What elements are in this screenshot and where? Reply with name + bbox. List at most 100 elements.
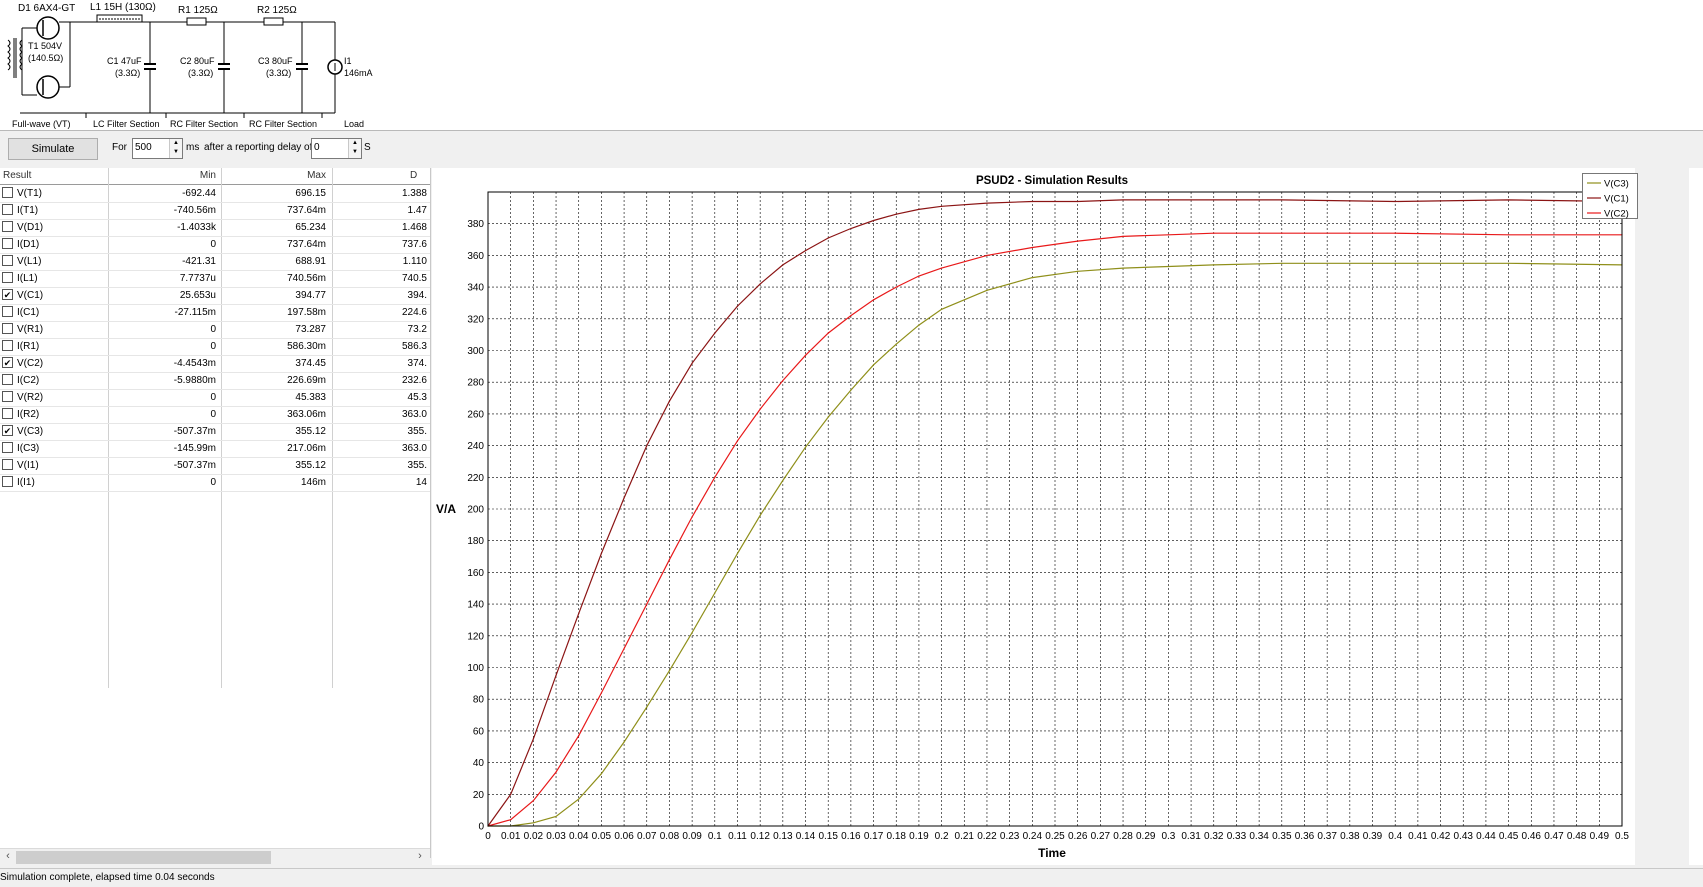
data-point	[1077, 270, 1079, 272]
x-tick-label: 0.02	[524, 831, 544, 842]
row-checkbox[interactable]	[2, 459, 13, 470]
c2-label: C2 80uF	[180, 56, 215, 66]
cell-result: I(R1)	[17, 341, 40, 352]
cell-max: 394.77	[295, 290, 326, 301]
header-max[interactable]: Max	[222, 170, 326, 181]
cell-result: V(C3)	[17, 426, 44, 437]
row-checkbox[interactable]	[2, 221, 13, 232]
x-tick-label: 0.42	[1431, 831, 1451, 842]
delay-input[interactable]	[312, 139, 346, 156]
c1-label: C1 47uF	[107, 56, 142, 66]
delay-spin[interactable]: ▲ ▼	[348, 139, 361, 158]
status-text: Simulation complete, elapsed time 0.04 s…	[0, 872, 215, 883]
chart-title: PSUD2 - Simulation Results	[976, 175, 1128, 187]
table-row[interactable]: I(T1) -740.56m 737.64m 1.47	[0, 202, 430, 220]
row-checkbox[interactable]	[2, 408, 13, 419]
cell-d: 224.6	[401, 307, 427, 318]
row-checkbox[interactable]: ✔	[2, 289, 13, 300]
row-checkbox[interactable]	[2, 238, 13, 249]
table-row[interactable]: ✔ V(C3) -507.37m 355.12 355.	[0, 423, 430, 441]
data-point	[646, 445, 648, 447]
header-result[interactable]: Result	[3, 170, 31, 181]
table-row[interactable]: I(L1) 7.7737u 740.56m 740.5	[0, 270, 430, 288]
row-checkbox[interactable]	[2, 391, 13, 402]
data-point	[1077, 240, 1079, 242]
cell-max: 355.12	[295, 460, 326, 471]
table-row[interactable]: I(R1) 0 586.30m 586.3	[0, 338, 430, 356]
row-checkbox[interactable]	[2, 272, 13, 283]
table-row[interactable]: V(L1) -421.31 688.91 1.110	[0, 253, 430, 271]
row-checkbox[interactable]	[2, 306, 13, 317]
row-checkbox[interactable]	[2, 374, 13, 385]
cell-result: V(I1)	[17, 460, 39, 471]
data-point	[714, 476, 716, 478]
transformer-resistance: (140.5Ω)	[28, 53, 63, 63]
table-row[interactable]: I(C1) -27.115m 197.58m 224.6	[0, 304, 430, 322]
row-checkbox[interactable]	[2, 204, 13, 215]
cell-min: -692.44	[182, 188, 216, 199]
header-min[interactable]: Min	[110, 170, 216, 181]
data-point	[646, 706, 648, 708]
table-row[interactable]: I(C3) -145.99m 217.06m 363.0	[0, 440, 430, 458]
table-row[interactable]: ✔ V(C1) 25.653u 394.77 394.	[0, 287, 430, 305]
scroll-left-icon[interactable]: ‹	[0, 850, 16, 865]
table-row[interactable]: V(T1) -692.44 696.15 1.388	[0, 185, 430, 203]
row-checkbox[interactable]	[2, 255, 13, 266]
data-point	[1213, 264, 1215, 266]
c3-esr: (3.3Ω)	[266, 68, 291, 78]
row-checkbox[interactable]	[2, 442, 13, 453]
horizontal-scrollbar[interactable]: ‹ ›	[0, 848, 430, 866]
table-row[interactable]: I(C2) -5.9880m 226.69m 232.6	[0, 372, 430, 390]
cell-d: 232.6	[401, 375, 427, 386]
table-row[interactable]: V(R2) 0 45.383 45.3	[0, 389, 430, 407]
row-checkbox[interactable]: ✔	[2, 425, 13, 436]
data-point	[668, 559, 671, 561]
legend-entry: V(C2)	[1604, 209, 1629, 220]
scroll-right-icon[interactable]: ›	[412, 850, 428, 865]
cell-d: 737.6	[401, 239, 427, 250]
duration-spin[interactable]: ▲ ▼	[169, 139, 182, 158]
row-checkbox[interactable]	[2, 187, 13, 198]
cell-result: V(R2)	[17, 392, 44, 403]
cell-result: I(C1)	[17, 307, 40, 318]
data-point	[941, 308, 943, 310]
data-point	[555, 771, 557, 773]
delay-stepper[interactable]: ▲▼	[311, 138, 362, 159]
x-tick-label: 0.01	[501, 831, 521, 842]
x-tick-label: 0.18	[887, 831, 907, 842]
x-tick-label: 0.34	[1249, 831, 1269, 842]
table-row[interactable]: I(I1) 0 146m 14	[0, 474, 430, 492]
data-point	[782, 264, 784, 266]
row-checkbox[interactable]	[2, 323, 13, 334]
cell-result: V(C1)	[17, 290, 44, 301]
duration-stepper[interactable]: ▲▼	[132, 138, 183, 159]
cell-result: I(R2)	[17, 409, 40, 420]
cell-min: -507.37m	[173, 460, 216, 471]
simulate-button[interactable]: Simulate	[8, 138, 98, 160]
scrollbar-thumb[interactable]	[16, 851, 271, 864]
table-row[interactable]: V(R1) 0 73.287 73.2	[0, 321, 430, 339]
x-tick-label: 0.25	[1045, 831, 1065, 842]
data-point	[714, 592, 716, 594]
capacitor-c2-icon	[218, 22, 230, 113]
x-tick-label: 0.26	[1068, 831, 1088, 842]
resistor-r1-icon	[186, 17, 207, 26]
table-row[interactable]: V(D1) -1.4033k 65.234 1.468	[0, 219, 430, 237]
transformer-icon	[7, 28, 23, 95]
header-d[interactable]: D	[410, 170, 417, 181]
c1-esr: (3.3Ω)	[115, 68, 140, 78]
table-row[interactable]: I(D1) 0 737.64m 737.6	[0, 236, 430, 254]
table-row[interactable]: V(I1) -507.37m 355.12 355.	[0, 457, 430, 475]
duration-input[interactable]	[133, 139, 167, 156]
x-axis-label: Time	[1038, 846, 1066, 860]
row-checkbox[interactable]: ✔	[2, 357, 13, 368]
data-point	[623, 741, 625, 743]
data-point	[1031, 246, 1033, 249]
table-row[interactable]: I(R2) 0 363.06m 363.0	[0, 406, 430, 424]
table-row[interactable]: ✔ V(C2) -4.4543m 374.45 374.	[0, 355, 430, 373]
r1-label: R1 125Ω	[178, 5, 218, 16]
cell-max: 696.15	[295, 188, 326, 199]
row-checkbox[interactable]	[2, 476, 13, 487]
chart: 0 0.01 0.02 0.03 0.04 0.05 0.06 0.07 0.08 0.09 0.1…	[436, 175, 1629, 860]
row-checkbox[interactable]	[2, 340, 13, 351]
